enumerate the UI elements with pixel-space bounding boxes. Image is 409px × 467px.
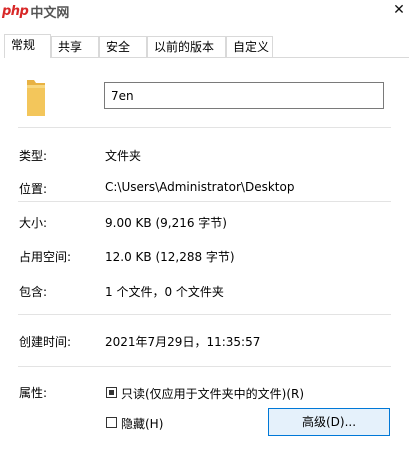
attributes-label: 属性: [19, 386, 48, 400]
watermark-logo: php 中文网 [2, 1, 69, 21]
watermark-php: php [2, 3, 29, 19]
tab-general[interactable]: 常规 [4, 34, 51, 58]
hidden-checkbox[interactable] [106, 417, 117, 428]
created-label: 创建时间: [19, 335, 72, 349]
type-value: 文件夹 [105, 149, 142, 163]
hidden-label[interactable]: 隐藏(H) [121, 415, 163, 432]
contains-value: 1 个文件，0 个文件夹 [105, 285, 224, 299]
size-label: 大小: [19, 216, 48, 230]
divider [18, 127, 391, 128]
folder-icon [24, 79, 48, 117]
created-value: 2021年7月29日，11:35:57 [105, 335, 261, 349]
location-value: C:\Users\Administrator\Desktop [105, 180, 295, 194]
name-field[interactable] [104, 82, 384, 109]
watermark-cn: 中文网 [30, 5, 70, 21]
tab-security[interactable]: 安全 [99, 36, 147, 57]
tab-divider [4, 57, 409, 58]
tab-sharing[interactable]: 共享 [51, 36, 99, 57]
advanced-button[interactable]: 高级(D)... [268, 408, 390, 436]
readonly-checkbox[interactable] [106, 387, 117, 398]
tab-bar: 常规 共享 安全 以前的版本 自定义 [4, 34, 409, 58]
type-label: 类型: [19, 149, 48, 163]
location-label: 位置: [19, 182, 48, 196]
tab-previous-versions[interactable]: 以前的版本 [147, 36, 226, 57]
divider [18, 201, 391, 202]
tab-customize[interactable]: 自定义 [226, 36, 273, 57]
divider [18, 314, 391, 315]
size-on-disk-value: 12.0 KB (12,288 字节) [105, 250, 235, 264]
readonly-label[interactable]: 只读(仅应用于文件夹中的文件)(R) [121, 385, 304, 402]
contains-label: 包含: [19, 285, 48, 299]
size-on-disk-label: 占用空间: [19, 250, 72, 264]
divider [18, 366, 391, 367]
size-value: 9.00 KB (9,216 字节) [105, 216, 227, 230]
close-icon[interactable]: ✕ [393, 3, 405, 17]
